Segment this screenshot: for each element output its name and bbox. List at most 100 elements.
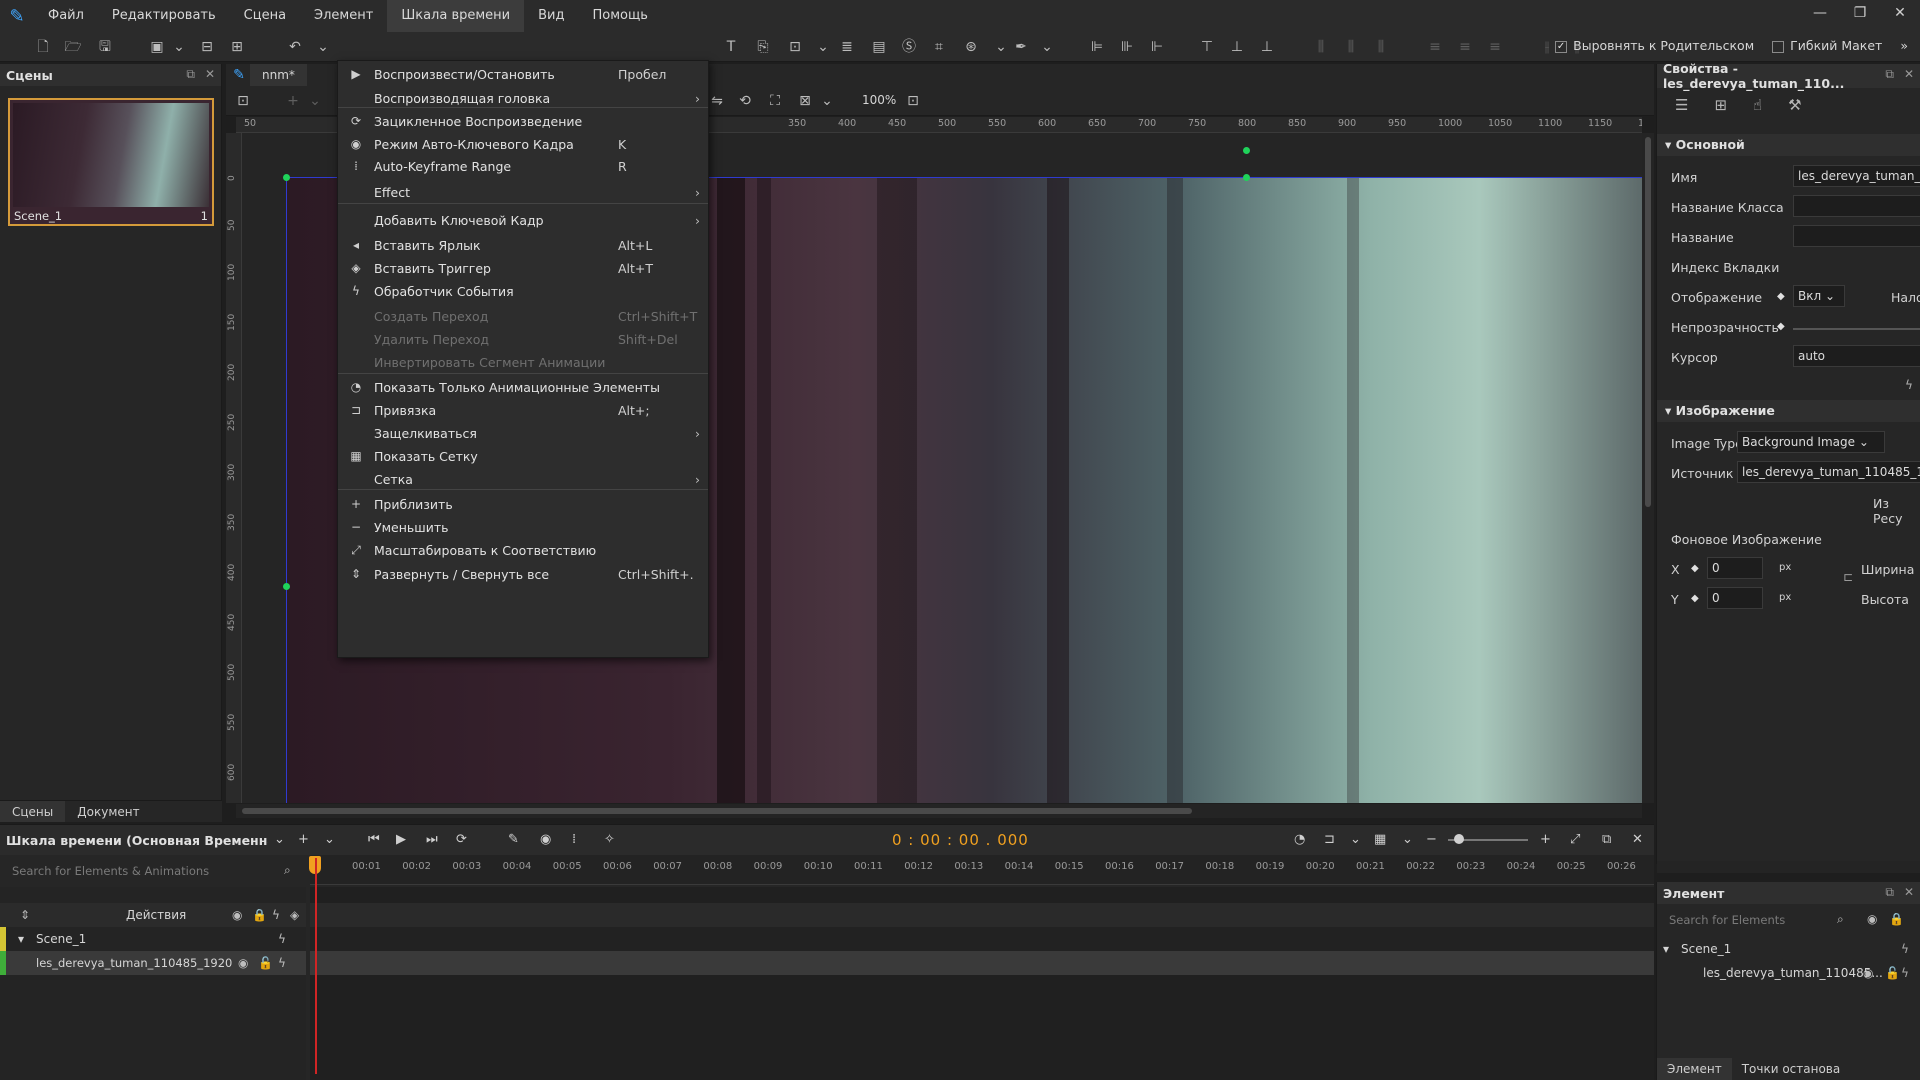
current-time[interactable]: 0 : 00 : 00 . 000 (892, 831, 1029, 849)
save-icon[interactable]: 🖫 (94, 37, 116, 57)
chevron-down-icon[interactable]: ⌄ (304, 91, 326, 111)
tree-expand-icon[interactable]: ▾ (1663, 942, 1669, 956)
arrange-icon[interactable]: ≡ (1424, 37, 1446, 57)
lock-icon[interactable]: 🔒 (252, 903, 267, 927)
distribute-space-icon[interactable]: ⫼ (1370, 37, 1392, 57)
undock-icon[interactable]: ⧉ (1602, 832, 1611, 847)
chevron-down-icon[interactable]: ⌄ (1036, 37, 1058, 57)
scene-thumbnail[interactable]: Scene_1 1 (8, 98, 214, 226)
menu-edit[interactable]: Редактировать (98, 0, 230, 32)
flip-h-icon[interactable]: ⇋ (706, 91, 728, 111)
widget-tool-icon[interactable]: ⊛ (960, 37, 982, 57)
minimize-button[interactable]: — (1800, 0, 1840, 26)
timeline-ruler[interactable]: 00:01 00:02 00:03 00:04 00:05 00:06 00:07 00:08… (310, 855, 1654, 885)
properties-tools-icon[interactable]: ⚒ (1788, 96, 1801, 114)
menu-help[interactable]: Помощь (578, 0, 661, 32)
go-start-icon[interactable]: ⏮ (368, 832, 380, 847)
resize-handle[interactable] (283, 174, 290, 181)
effect-icon[interactable]: ✧ (604, 832, 615, 847)
tab-document-nnm[interactable]: nnm* (250, 64, 307, 86)
go-end-icon[interactable]: ⏭ (426, 832, 438, 847)
close-icon[interactable]: ✕ (205, 67, 215, 82)
eye-icon[interactable]: ◉ (238, 951, 248, 975)
chevron-down-icon[interactable]: ⌄ (1350, 832, 1361, 847)
new-file-icon[interactable]: 🗋 (32, 37, 54, 57)
align-center-icon[interactable]: ⊪ (1116, 37, 1138, 57)
distribute-h-icon[interactable]: ⫼ (1310, 37, 1332, 57)
keyframe-diamond-icon[interactable]: ◆ (1691, 593, 1699, 604)
tab-breakpoints[interactable]: Точки останова (1732, 1058, 1851, 1080)
event-icon[interactable]: ϟ (1901, 966, 1909, 980)
menu-item[interactable]: Effect › (338, 179, 708, 205)
class-name-input[interactable] (1793, 195, 1920, 217)
menu-item[interactable]: ⇕ Развернуть / Свернуть все Ctrl+Shift+. (338, 561, 708, 587)
search-icon[interactable]: ⌕ (284, 863, 291, 878)
chevron-down-icon[interactable]: ⌄ (990, 37, 1012, 57)
chevron-down-icon[interactable]: ⌄ (274, 832, 285, 847)
align-parent-checkbox[interactable]: ✓ Выровнять к Родительском (1555, 38, 1754, 53)
keyframe-diamond-icon[interactable]: ◆ (1691, 563, 1699, 574)
resize-handle[interactable] (283, 583, 290, 590)
distribute-v-icon[interactable]: ⫼ (1340, 37, 1362, 57)
list-tool-icon[interactable]: ≣ (836, 37, 858, 57)
zoom-level[interactable]: 100% (862, 93, 896, 107)
search-icon[interactable]: ⌕ (1837, 912, 1844, 927)
name-input[interactable]: les_derevya_tuman_110 (1793, 165, 1920, 187)
chevron-down-icon[interactable]: ⌄ (168, 37, 190, 57)
stage-horizontal-scrollbar[interactable] (236, 804, 1642, 818)
text-tool-icon[interactable]: T (720, 37, 742, 57)
preview-icon[interactable]: ▣ (146, 37, 168, 57)
keyframe-diamond-icon[interactable]: ◆ (1777, 321, 1785, 332)
scrollbar-thumb[interactable] (242, 808, 1192, 814)
snap-icon[interactable]: ⊐ (1324, 832, 1335, 847)
unlock-icon[interactable]: 🔓 (258, 951, 273, 975)
display-select[interactable]: Вкл ⌄ (1793, 285, 1845, 307)
undock-icon[interactable]: ⧉ (1885, 67, 1894, 82)
keyframe-diamond-icon[interactable]: ◈ (290, 903, 299, 927)
align-right-icon[interactable]: ⊩ (1146, 37, 1168, 57)
menu-element[interactable]: Элемент (300, 0, 387, 32)
align-middle-icon[interactable]: ⊥ (1226, 37, 1248, 57)
publish-icon[interactable]: ⊟ (196, 37, 218, 57)
event-icon[interactable]: ϟ (1905, 378, 1913, 392)
zoom-slider-thumb[interactable] (1454, 834, 1464, 844)
zoom-out-icon[interactable]: − (1426, 832, 1437, 847)
source-input[interactable]: les_derevya_tuman_110485_1920x (1737, 461, 1920, 483)
shape-tool-icon[interactable]: ⊡ (784, 37, 806, 57)
menu-item[interactable]: ⁞ Auto-Keyframe Range R (338, 153, 708, 179)
loop-icon[interactable]: ⟳ (456, 832, 467, 847)
align-bottom-icon[interactable]: ⊥ (1256, 37, 1278, 57)
record-icon[interactable]: ◉ (540, 832, 551, 847)
image-tool-icon[interactable]: ⎘ (752, 37, 774, 57)
chevron-down-icon[interactable]: ⌄ (312, 37, 334, 57)
video-tool-icon[interactable]: ▤ (868, 37, 890, 57)
menu-view[interactable]: Вид (524, 0, 578, 32)
chevron-down-icon[interactable]: ⌄ (816, 91, 838, 111)
chevron-down-icon[interactable]: ⌄ (324, 832, 335, 847)
unlock-icon[interactable]: 🔓 (1885, 966, 1900, 980)
rotate-handle[interactable] (1243, 147, 1250, 154)
close-icon[interactable]: ✕ (1904, 885, 1914, 900)
maximize-button[interactable]: ❐ (1840, 0, 1880, 26)
timeline-tracks[interactable] (310, 887, 1654, 1080)
grid-icon[interactable]: ▦ (1374, 832, 1386, 847)
keyframe-range-icon[interactable]: ⁞ (572, 832, 576, 847)
menu-timeline[interactable]: Шкала времени (387, 0, 525, 32)
menu-item[interactable]: ▶ Воспроизвести/Остановить Пробел (338, 61, 708, 87)
tab-scenes[interactable]: Сцены (0, 801, 66, 822)
close-icon[interactable]: ✕ (1632, 832, 1643, 847)
properties-list-icon[interactable]: ☰ (1675, 96, 1688, 114)
close-icon[interactable]: ✕ (1904, 67, 1914, 82)
resources-icon[interactable]: ⊞ (226, 37, 248, 57)
from-resource-button[interactable]: Из Ресу (1873, 496, 1920, 526)
animated-filter-icon[interactable]: ◔ (1294, 832, 1305, 847)
element-search-input[interactable]: Search for Elements (1663, 910, 1843, 930)
pen-tool-icon[interactable]: ✒ (1010, 37, 1032, 57)
actions-track[interactable] (310, 903, 1654, 927)
undo-icon[interactable]: ↶ (284, 37, 306, 57)
undock-icon[interactable]: ⧉ (1885, 885, 1894, 900)
cursor-input[interactable]: auto (1793, 345, 1920, 367)
scene-track[interactable] (310, 927, 1654, 951)
element-track[interactable] (310, 951, 1654, 975)
tree-element-item[interactable]: les_derevya_tuman_110485... (1703, 966, 1883, 980)
